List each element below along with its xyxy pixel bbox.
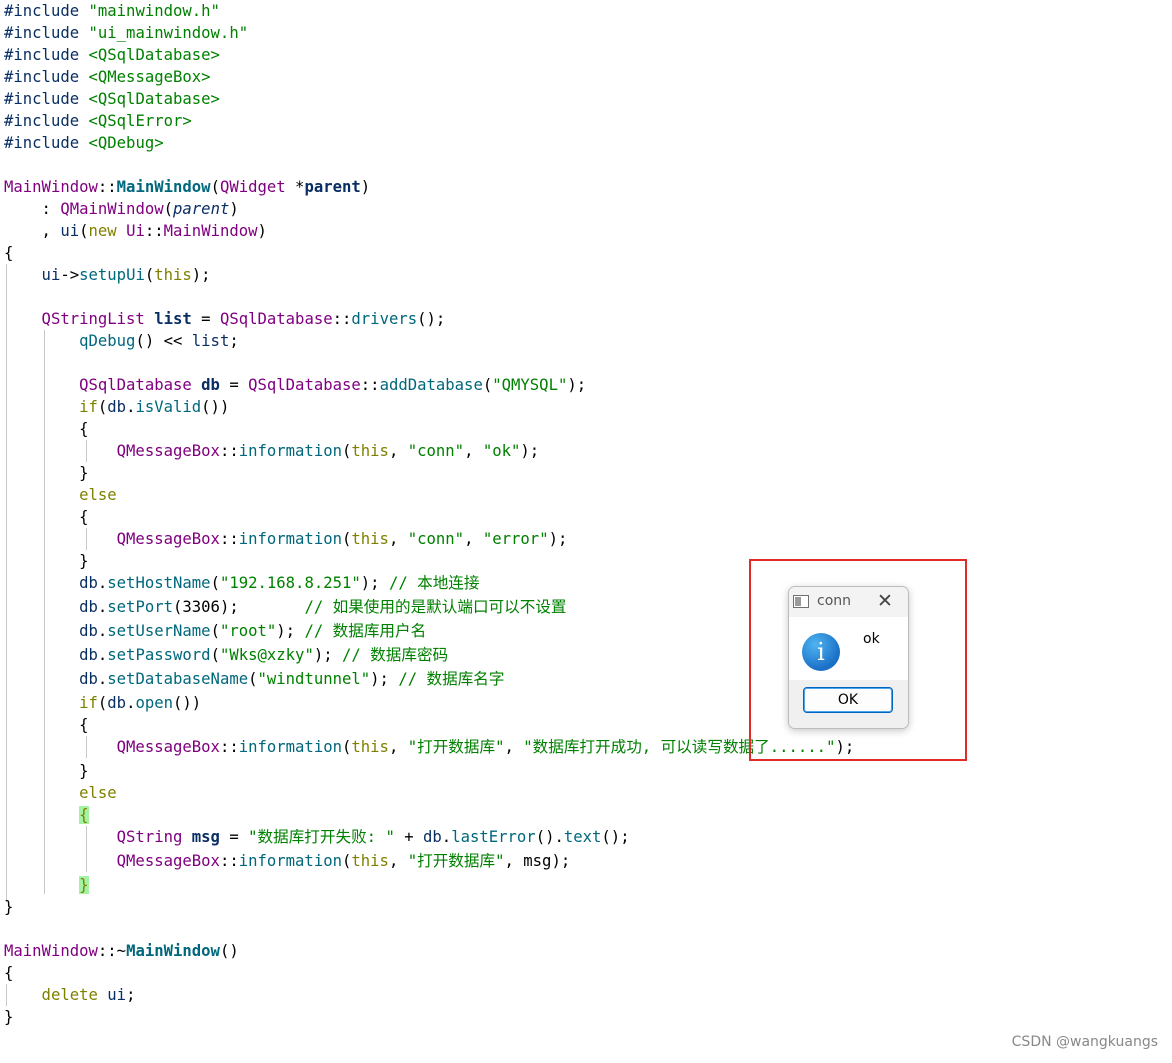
code-line-include-qsqldatabase-2: #include <QSqlDatabase> [4,90,220,108]
code-line-brace-close: } [4,898,14,916]
code-line-else: else [4,784,117,802]
code-line-qstring-msg: QString msg = "数据库打开失败: " + db.lastError… [4,828,630,846]
code-line-init-ui: , ui(new Ui::MainWindow) [4,222,267,240]
code-line-brace: } [4,762,89,780]
ok-button[interactable]: OK [803,687,893,713]
close-icon[interactable]: ✕ [877,590,893,612]
code-line-setport: db.setPort(3306); // 如果使用的是默认端口可以不设置 [4,598,567,616]
code-line-brace: } [4,552,89,570]
code-line-if-isvalid: if(db.isValid()) [4,398,230,416]
code-line-brace-highlighted: } [79,876,89,894]
code-line-brace-highlighted: { [79,806,89,824]
code-line-brace-open: { [4,244,14,262]
code-line-msgbox-error: QMessageBox::information(this, "conn", "… [4,530,568,548]
dialog-footer: OK [789,680,908,728]
code-line-brace: { [4,508,89,526]
code-line-setpassword: db.setPassword("Wks@xzky"); // 数据库密码 [4,646,449,664]
code-line-destructor: MainWindow::~MainWindow() [4,942,239,960]
code-line-stringlist: QStringList list = QSqlDatabase::drivers… [4,310,446,328]
code-line-setupui: ui->setupUi(this); [4,266,211,284]
code-line-brace-open: { [4,964,14,982]
code-line-setdatabasename: db.setDatabaseName("windtunnel"); // 数据库… [4,670,505,688]
code-line-brace: { [4,716,89,734]
information-icon: i [802,633,840,671]
code-line-qdebug: qDebug() << list; [4,332,239,350]
code-line-include-qdebug: #include <QDebug> [4,134,164,152]
code-line-constructor: MainWindow::MainWindow(QWidget *parent) [4,178,371,196]
dialog-body: i ok [789,617,908,680]
code-line-msgbox-fail: QMessageBox::information(this, "打开数据库", … [4,852,571,870]
code-line-init-base: : QMainWindow(parent) [4,200,239,218]
window-icon [793,595,809,608]
code-line-include-qsqlerror: #include <QSqlError> [4,112,192,130]
code-line-msgbox-ok: QMessageBox::information(this, "conn", "… [4,442,540,460]
dialog-title-bar[interactable]: conn ✕ [789,587,908,617]
code-line-adddatabase: QSqlDatabase db = QSqlDatabase::addDatab… [4,376,587,394]
code-line-include-mainwindow: #include "mainwindow.h" [4,2,220,20]
message-dialog: conn ✕ i ok OK [788,586,909,729]
watermark: CSDN @wangkuangs [1011,1034,1158,1050]
code-line-brace: { [4,420,89,438]
code-line-sethostname: db.setHostName("192.168.8.251"); // 本地连接 [4,574,480,592]
code-line-include-ui-mainwindow: #include "ui_mainwindow.h" [4,24,249,42]
code-line-if-open: if(db.open()) [4,694,202,712]
code-line-msgbox-success: QMessageBox::information(this, "打开数据库", … [4,738,855,756]
code-line-include-qsqldatabase: #include <QSqlDatabase> [4,46,220,64]
code-line-brace-close: } [4,1008,14,1026]
code-line-include-qmessagebox: #include <QMessageBox> [4,68,211,86]
dialog-title: conn [817,593,852,609]
code-line-delete-ui: delete ui; [4,986,136,1004]
code-line-brace: } [4,464,89,482]
code-line-else: else [4,486,117,504]
code-line-setusername: db.setUserName("root"); // 数据库用户名 [4,622,427,640]
dialog-message: ok [863,631,880,647]
